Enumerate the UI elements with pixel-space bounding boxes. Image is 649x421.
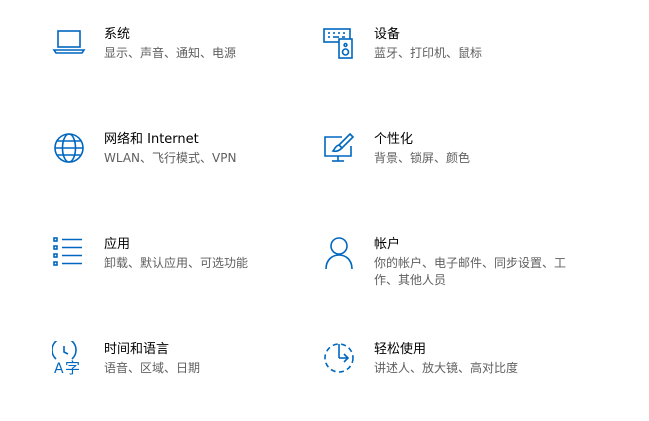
tile-description: 讲述人、放大镜、高对比度 [374, 361, 519, 375]
tile-description: 你的帐户、电子邮件、同步设置、工作、其他人员 [374, 256, 567, 287]
tile-description: 卸载、默认应用、可选功能 [104, 256, 249, 270]
tile-description: 显示、声音、通知、电源 [104, 46, 237, 60]
tile-network[interactable]: 网络和 Internet WLAN、飞行模式、VPN [52, 131, 322, 211]
svg-text:A: A [54, 361, 64, 375]
tile-title: 帐户 [374, 237, 401, 252]
globe-icon [52, 131, 86, 165]
tile-ease-of-access[interactable]: 轻松使用 讲述人、放大镜、高对比度 [322, 341, 592, 421]
person-icon [322, 236, 356, 270]
app-list-icon [52, 236, 86, 270]
tile-accounts[interactable]: 帐户 你的帐户、电子邮件、同步设置、工作、其他人员 [322, 236, 592, 316]
keyboard-speaker-icon [322, 26, 356, 60]
tile-description: 背景、锁屏、颜色 [374, 151, 471, 165]
tile-title: 个性化 [374, 132, 414, 147]
tile-title: 应用 [104, 237, 131, 252]
ease-of-access-icon [322, 341, 356, 375]
tile-title: 设备 [374, 27, 401, 42]
tile-title: 轻松使用 [374, 342, 427, 357]
tile-title: 网络和 Internet [104, 132, 199, 147]
paint-monitor-icon [322, 131, 356, 165]
tile-description: 蓝牙、打印机、鼠标 [374, 46, 483, 60]
tile-title: 系统 [104, 27, 131, 42]
tile-apps[interactable]: 应用 卸载、默认应用、可选功能 [52, 236, 322, 316]
tile-description: 语音、区域、日期 [104, 361, 201, 375]
tile-title: 时间和语言 [104, 342, 170, 357]
laptop-icon [52, 26, 86, 60]
settings-home: { "accent_color": "#0067c0", "tiles": [ … [0, 0, 649, 420]
tile-personalization[interactable]: 个性化 背景、锁屏、颜色 [322, 131, 592, 211]
tile-system[interactable]: 系统 显示、声音、通知、电源 [52, 26, 322, 106]
svg-text:字: 字 [65, 359, 80, 375]
tile-time-language[interactable]: A 字 时间和语言 语音、区域、日期 [52, 341, 322, 421]
tile-description: WLAN、飞行模式、VPN [104, 151, 237, 165]
time-language-icon: A 字 [52, 341, 86, 375]
tile-devices[interactable]: 设备 蓝牙、打印机、鼠标 [322, 26, 592, 106]
